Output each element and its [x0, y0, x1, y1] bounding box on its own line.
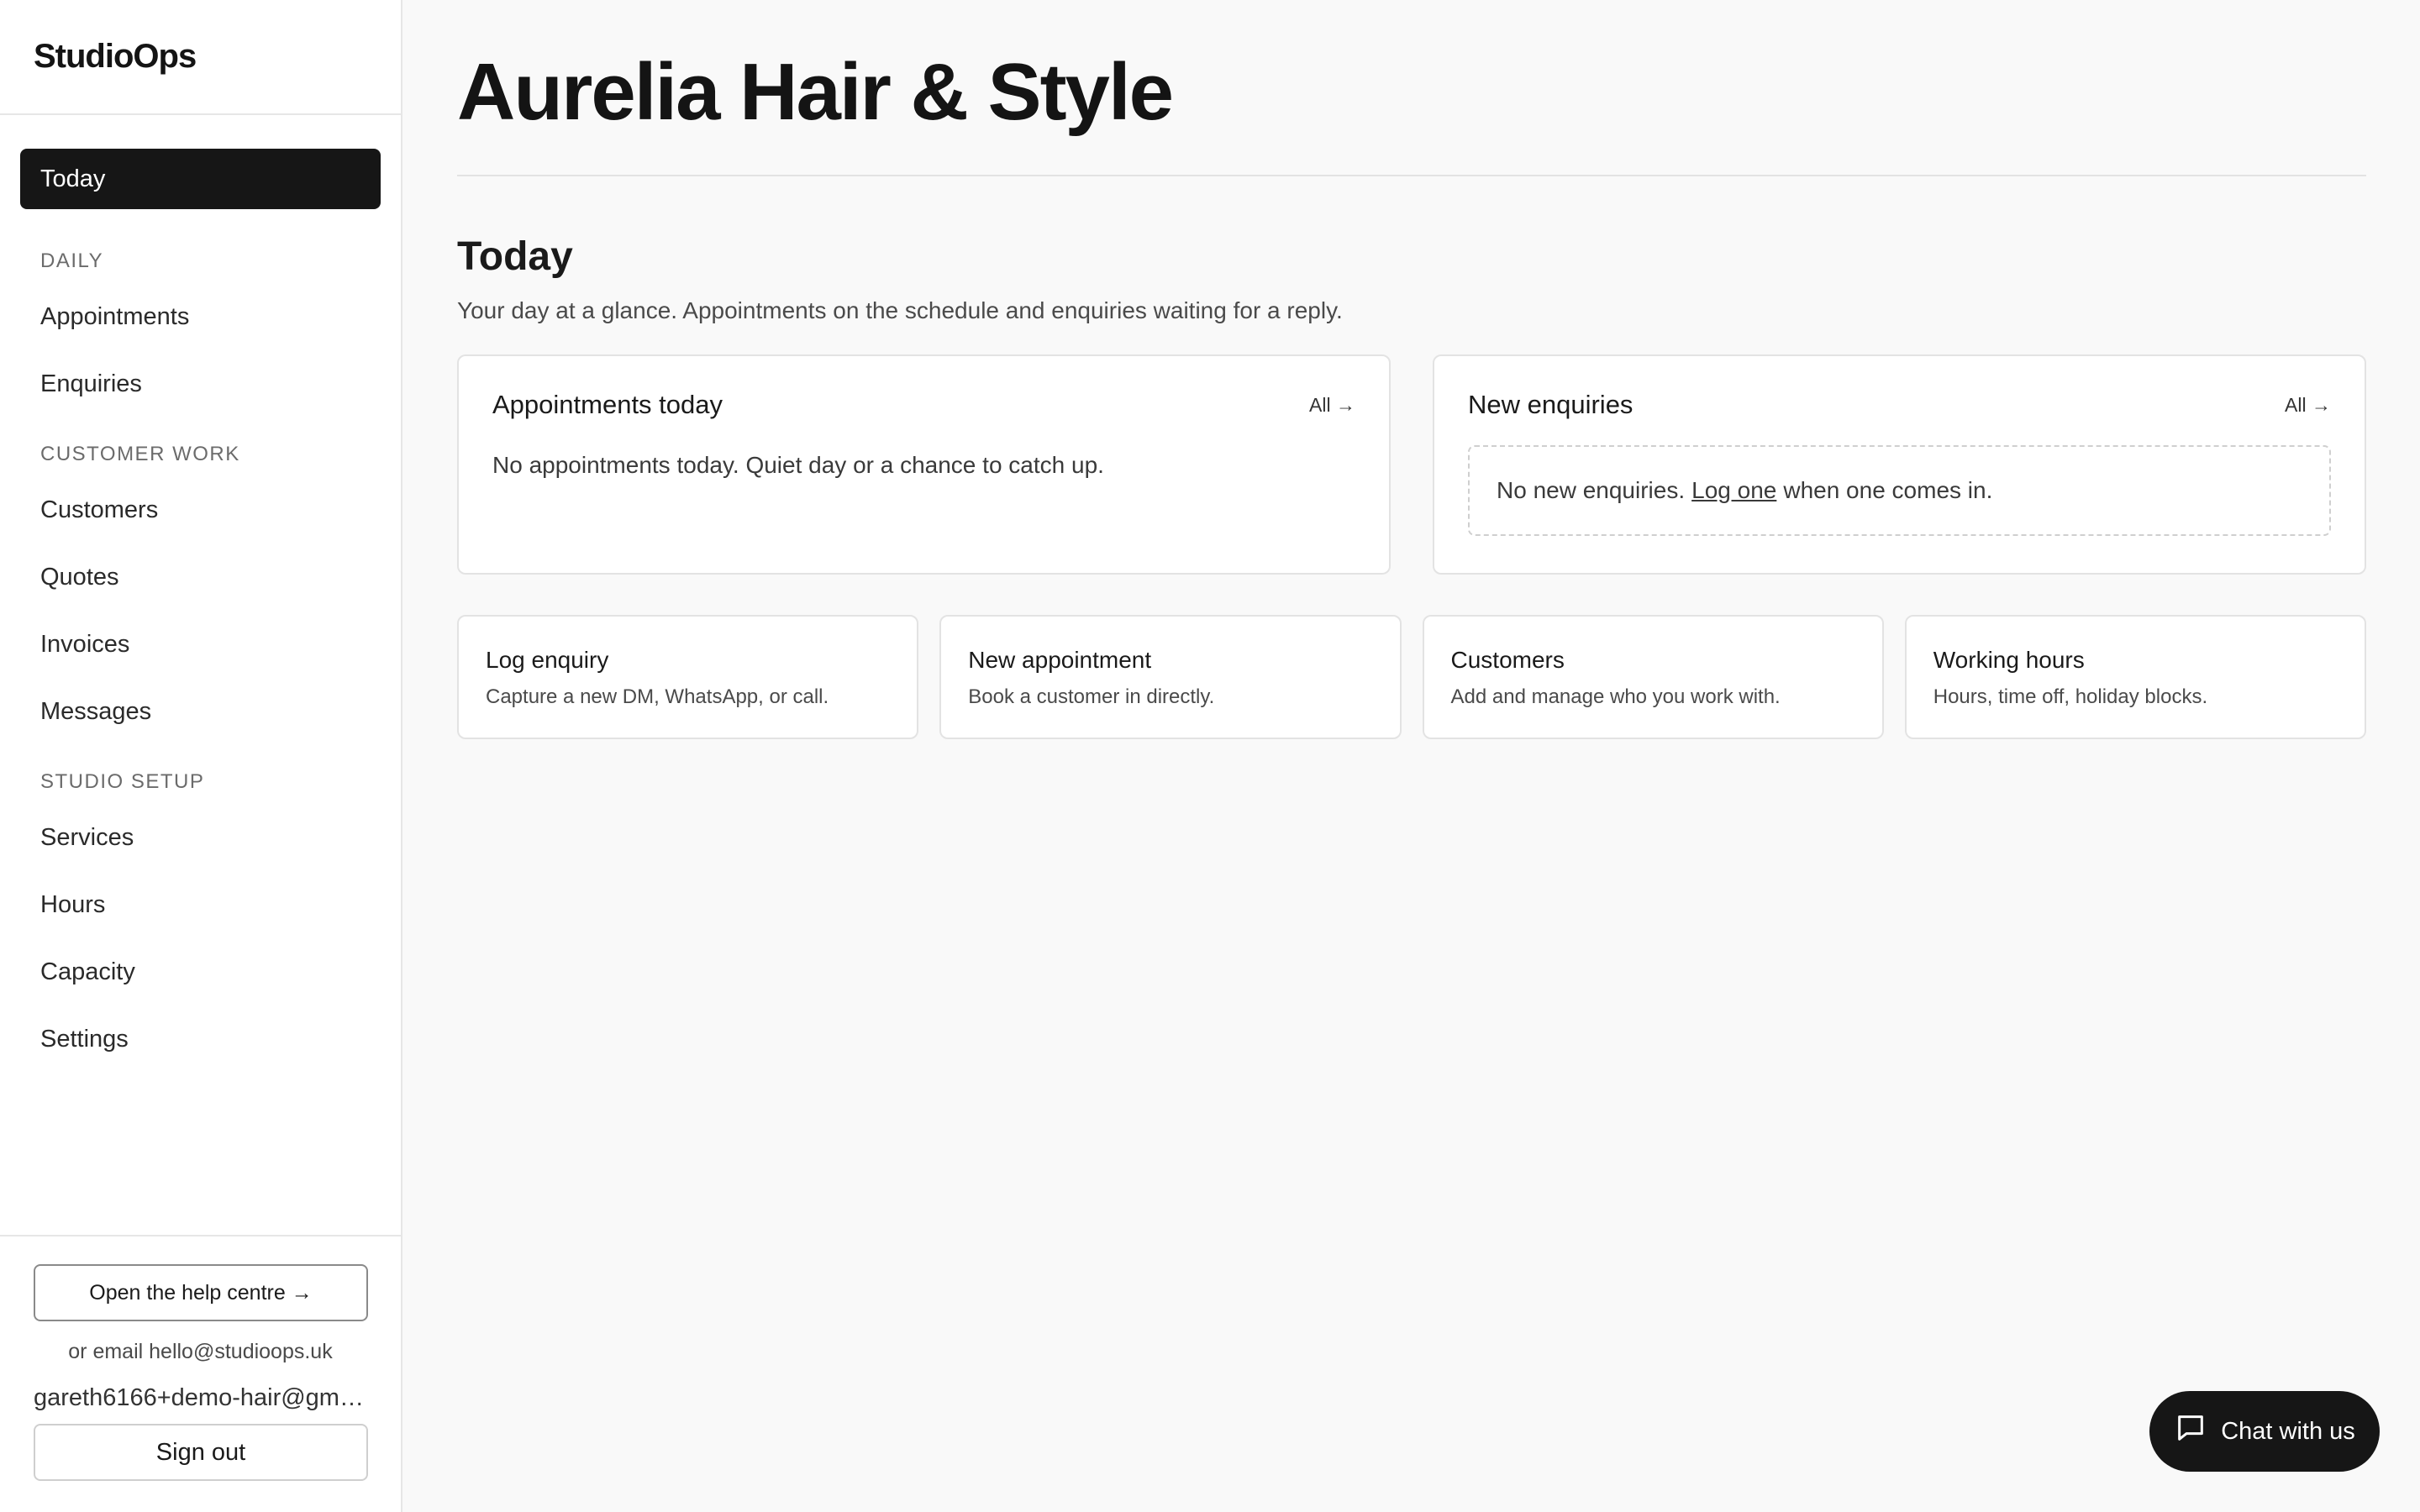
action-title: New appointment [968, 647, 1152, 673]
sidebar-item-hours[interactable]: Hours [20, 874, 381, 935]
appointments-empty-text: No appointments today. Quiet day or a ch… [492, 452, 1104, 478]
appointments-all-link[interactable]: All → [1309, 394, 1355, 417]
brand-logo-text[interactable]: StudioOps [34, 38, 197, 76]
sidebar-section-studio-setup: STUDIO SETUP [40, 770, 205, 793]
log-one-link[interactable]: Log one [1691, 477, 1776, 504]
action-title: Customers [1450, 647, 1565, 673]
sidebar: StudioOps Today DAILY Appointments Enqui… [0, 0, 402, 1512]
chat-with-us-button[interactable]: Chat with us [2149, 1391, 2380, 1472]
user-email: gareth6166+demo-hair@gmail.com [34, 1384, 368, 1411]
divider [457, 175, 2366, 176]
customers-action[interactable]: Customers Add and manage who you work wi… [1422, 615, 1884, 739]
summary-cards: Appointments today All → No appointments… [457, 354, 2366, 575]
working-hours-action[interactable]: Working hours Hours, time off, holiday b… [1904, 615, 2366, 739]
sign-out-button[interactable]: Sign out [34, 1424, 368, 1481]
main-content: Aurelia Hair & Style Today Your day at a… [402, 0, 2420, 1512]
card-title: Appointments today [492, 390, 723, 419]
sidebar-item-messages[interactable]: Messages [20, 681, 381, 742]
sidebar-item-services[interactable]: Services [20, 807, 381, 868]
empty-state-text: No new enquiries. [1497, 477, 1686, 503]
log-enquiry-action[interactable]: Log enquiry Capture a new DM, WhatsApp, … [457, 615, 919, 739]
action-description: Capture a new DM, WhatsApp, or call. [486, 685, 829, 708]
sidebar-footer: Open the help centre → or email hello@st… [0, 1235, 401, 1512]
sidebar-item-settings[interactable]: Settings [20, 1009, 381, 1069]
sidebar-item-quotes[interactable]: Quotes [20, 547, 381, 607]
sidebar-nav: Today DAILY Appointments Enquiries CUSTO… [0, 115, 401, 1076]
card-title: New enquiries [1468, 390, 1634, 419]
sidebar-section-daily: DAILY [40, 249, 104, 272]
enquiries-empty-state: No new enquiries. Log one when one comes… [1468, 445, 2331, 536]
sidebar-item-appointments[interactable]: Appointments [20, 286, 381, 347]
chat-label: Chat with us [2221, 1417, 2355, 1445]
empty-state-text: when one comes in. [1783, 477, 1993, 503]
sidebar-item-enquiries[interactable]: Enquiries [20, 354, 381, 414]
action-description: Hours, time off, holiday blocks. [1933, 685, 2208, 708]
sidebar-section-customer-work: CUSTOMER WORK [40, 443, 240, 465]
sidebar-item-capacity[interactable]: Capacity [20, 942, 381, 1002]
new-appointment-action[interactable]: New appointment Book a customer in direc… [939, 615, 1402, 739]
sidebar-item-today[interactable]: Today [20, 149, 381, 209]
support-email-note: or email hello@studioops.uk [68, 1340, 333, 1363]
page-title: Aurelia Hair & Style [457, 47, 1174, 137]
section-subtitle: Your day at a glance. Appointments on th… [457, 297, 1343, 323]
section-title: Today [457, 234, 573, 279]
new-enquiries-card: New enquiries All → No new enquiries. Lo… [1433, 354, 2366, 575]
quick-actions: Log enquiry Capture a new DM, WhatsApp, … [457, 615, 2366, 739]
action-title: Log enquiry [486, 647, 609, 673]
chat-bubble-icon [2174, 1411, 2207, 1452]
appointments-today-card: Appointments today All → No appointments… [457, 354, 1391, 575]
help-centre-button[interactable]: Open the help centre → [34, 1264, 368, 1321]
action-description: Add and manage who you work with. [1450, 685, 1781, 708]
sidebar-item-customers[interactable]: Customers [20, 480, 381, 540]
sidebar-item-invoices[interactable]: Invoices [20, 614, 381, 675]
action-description: Book a customer in directly. [968, 685, 1215, 708]
action-title: Working hours [1933, 647, 2085, 673]
enquiries-all-link[interactable]: All → [2285, 394, 2331, 417]
brand: StudioOps [0, 0, 401, 115]
